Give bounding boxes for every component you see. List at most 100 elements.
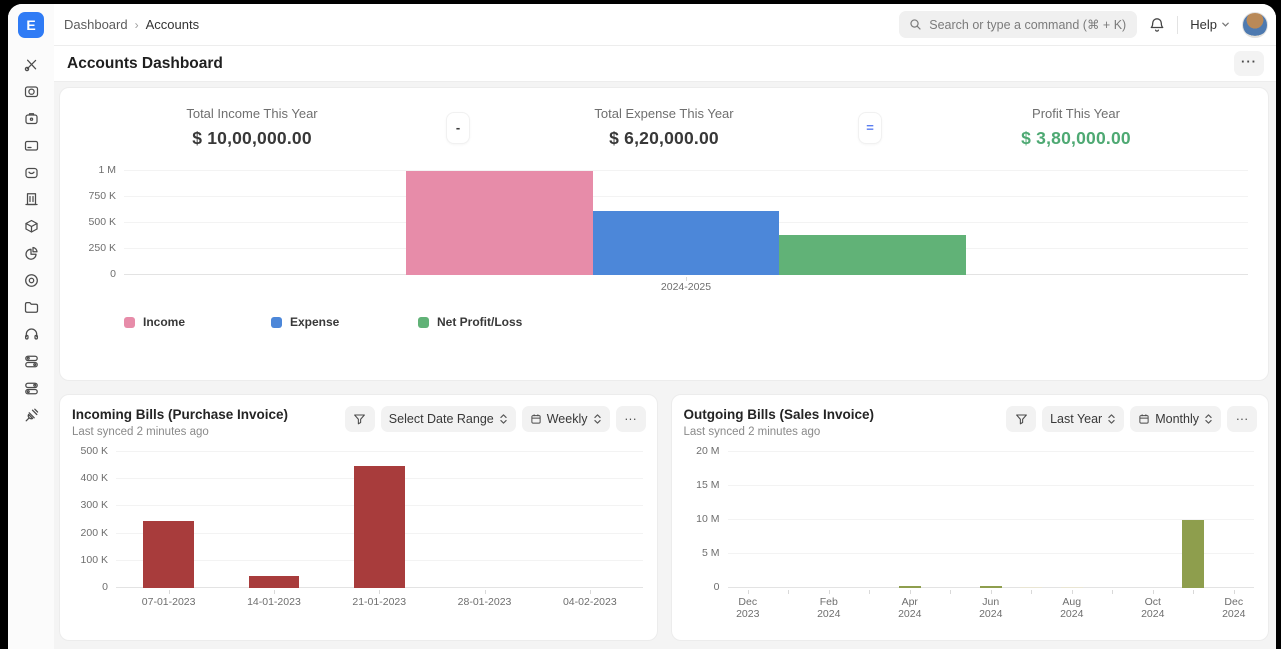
bar[interactable] <box>406 171 593 275</box>
bar-slot <box>406 171 593 275</box>
bar[interactable] <box>143 521 194 588</box>
period-select[interactable]: Monthly <box>1130 406 1221 432</box>
filter-button[interactable] <box>1006 406 1036 432</box>
bar[interactable] <box>779 235 966 275</box>
sidebar-item-shopping-bag-icon[interactable] <box>19 164 43 181</box>
overview-card: Total Income This Year $ 10,00,000.00 - … <box>59 87 1269 381</box>
notifications-bell-icon[interactable] <box>1149 17 1165 33</box>
y-axis-tick-label: 500 K <box>89 216 116 228</box>
x-axis-tick-label: Oct 2024 <box>1133 590 1174 620</box>
outgoing-bills-chart: 20 M15 M10 M5 M0 Dec 2023Feb 2024Apr 202… <box>728 452 1255 620</box>
panel-more-button[interactable]: ··· <box>1227 406 1257 432</box>
sidebar-item-plug-icon[interactable] <box>19 407 43 424</box>
breadcrumb: Dashboard › Accounts <box>64 17 199 32</box>
y-axis-tick-label: 200 K <box>81 527 108 539</box>
sidebar-item-headset-icon[interactable] <box>19 326 43 343</box>
legend-item[interactable]: Net Profit/Loss <box>418 315 525 329</box>
legend-item[interactable]: Income <box>124 315 231 329</box>
sidebar-item-folder-icon[interactable] <box>19 299 43 316</box>
sidebar-item-layers-icon[interactable] <box>19 353 43 370</box>
y-axis-tick-label: 5 M <box>702 547 720 559</box>
legend-swatch <box>124 317 135 328</box>
bar[interactable] <box>249 576 300 588</box>
minus-operator-badge: - <box>446 112 470 144</box>
dashboard-more-button[interactable]: ··· <box>1234 51 1264 76</box>
camera-icon <box>23 83 40 100</box>
bar-slot <box>327 452 432 588</box>
bar[interactable] <box>354 466 405 588</box>
x-axis-tick-label: Aug 2024 <box>1052 590 1093 620</box>
x-axis-tick-label: Feb 2024 <box>809 590 850 620</box>
stat-total-income: Total Income This Year $ 10,00,000.00 <box>76 106 428 149</box>
y-axis-tick-label: 0 <box>102 581 108 593</box>
card-icon <box>23 137 40 154</box>
legend-item[interactable]: Expense <box>271 315 378 329</box>
sidebar-item-shield-target-icon[interactable] <box>19 272 43 289</box>
x-axis-tick-label: Apr 2024 <box>890 590 931 620</box>
incoming-bills-chart: 500 K400 K300 K200 K100 K0 07-01-202314-… <box>116 452 643 608</box>
bar[interactable] <box>1020 587 1042 588</box>
sidebar-item-tools-icon[interactable] <box>19 56 43 73</box>
stat-value: $ 3,80,000.00 <box>900 128 1252 149</box>
bar-slot <box>116 452 221 588</box>
user-avatar[interactable] <box>1242 12 1268 38</box>
bar[interactable] <box>980 586 1002 588</box>
updown-chevrons-icon <box>499 413 508 425</box>
legend-swatch <box>271 317 282 328</box>
x-axis-tick-label: Dec 2024 <box>1214 590 1255 620</box>
y-axis-tick-label: 1 M <box>98 164 116 176</box>
search-input[interactable]: Search or type a command (⌘ + K) <box>899 11 1137 38</box>
panel-controls: Select Date Range Weekly ··· <box>345 406 646 432</box>
legend-label: Income <box>143 315 185 329</box>
box-icon <box>23 218 40 235</box>
y-axis-tick-label: 500 K <box>81 445 108 457</box>
breadcrumb-accounts[interactable]: Accounts <box>146 17 199 32</box>
main-chart-legend: Income Expense Net Profit/Loss <box>124 315 1252 329</box>
x-axis-tick-label: Jun 2024 <box>971 590 1012 620</box>
plug-icon <box>23 407 40 424</box>
camera-bag-icon <box>23 110 40 127</box>
topbar: Dashboard › Accounts Search or type a co… <box>54 4 1276 46</box>
folder-icon <box>23 299 40 316</box>
panel-controls: Last Year Monthly ··· <box>1006 406 1257 432</box>
app-logo[interactable]: E <box>18 12 44 38</box>
layers-icon <box>23 353 40 370</box>
bar-slot <box>728 452 769 588</box>
updown-chevrons-icon <box>593 413 602 425</box>
date-range-select[interactable]: Select Date Range <box>381 406 516 432</box>
sidebar-item-camera-icon[interactable] <box>19 83 43 100</box>
stat-value: $ 10,00,000.00 <box>76 128 428 149</box>
sidebar-item-camera-bag-icon[interactable] <box>19 110 43 127</box>
y-axis-tick-label: 100 K <box>81 554 108 566</box>
updown-chevrons-icon <box>1204 413 1213 425</box>
panel-more-button[interactable]: ··· <box>616 406 646 432</box>
sidebar-item-box-icon[interactable] <box>19 218 43 235</box>
date-range-select[interactable]: Last Year <box>1042 406 1124 432</box>
y-axis-tick-label: 750 K <box>89 190 116 202</box>
period-select[interactable]: Weekly <box>522 406 610 432</box>
x-axis-tick-label <box>768 590 809 620</box>
x-axis-tick-label: 28-01-2023 <box>432 590 537 608</box>
bar[interactable] <box>1182 520 1204 588</box>
bar-slot <box>221 452 326 588</box>
bar[interactable] <box>1061 587 1083 588</box>
x-axis-label: 2024-2025 <box>124 281 1248 293</box>
sidebar-item-card-icon[interactable] <box>19 137 43 154</box>
incoming-bills-panel: Incoming Bills (Purchase Invoice) Last s… <box>59 394 658 641</box>
bar[interactable] <box>593 211 780 275</box>
legend-label: Net Profit/Loss <box>437 315 522 329</box>
sidebar-item-building-icon[interactable] <box>19 191 43 208</box>
x-axis-tick-label: 14-01-2023 <box>221 590 326 608</box>
sidebar-item-pie-chart-icon[interactable] <box>19 245 43 262</box>
equals-operator-badge: = <box>858 112 882 144</box>
filter-button[interactable] <box>345 406 375 432</box>
help-menu[interactable]: Help <box>1190 17 1230 32</box>
filter-icon <box>1015 413 1028 426</box>
bar-slot <box>1173 452 1214 588</box>
breadcrumb-dashboard[interactable]: Dashboard <box>64 17 128 32</box>
bar[interactable] <box>899 586 921 588</box>
x-axis-tick-label: Dec 2023 <box>728 590 769 620</box>
layers-alt-icon <box>23 380 40 397</box>
y-axis-tick-label: 400 K <box>81 472 108 484</box>
sidebar-item-layers-alt-icon[interactable] <box>19 380 43 397</box>
